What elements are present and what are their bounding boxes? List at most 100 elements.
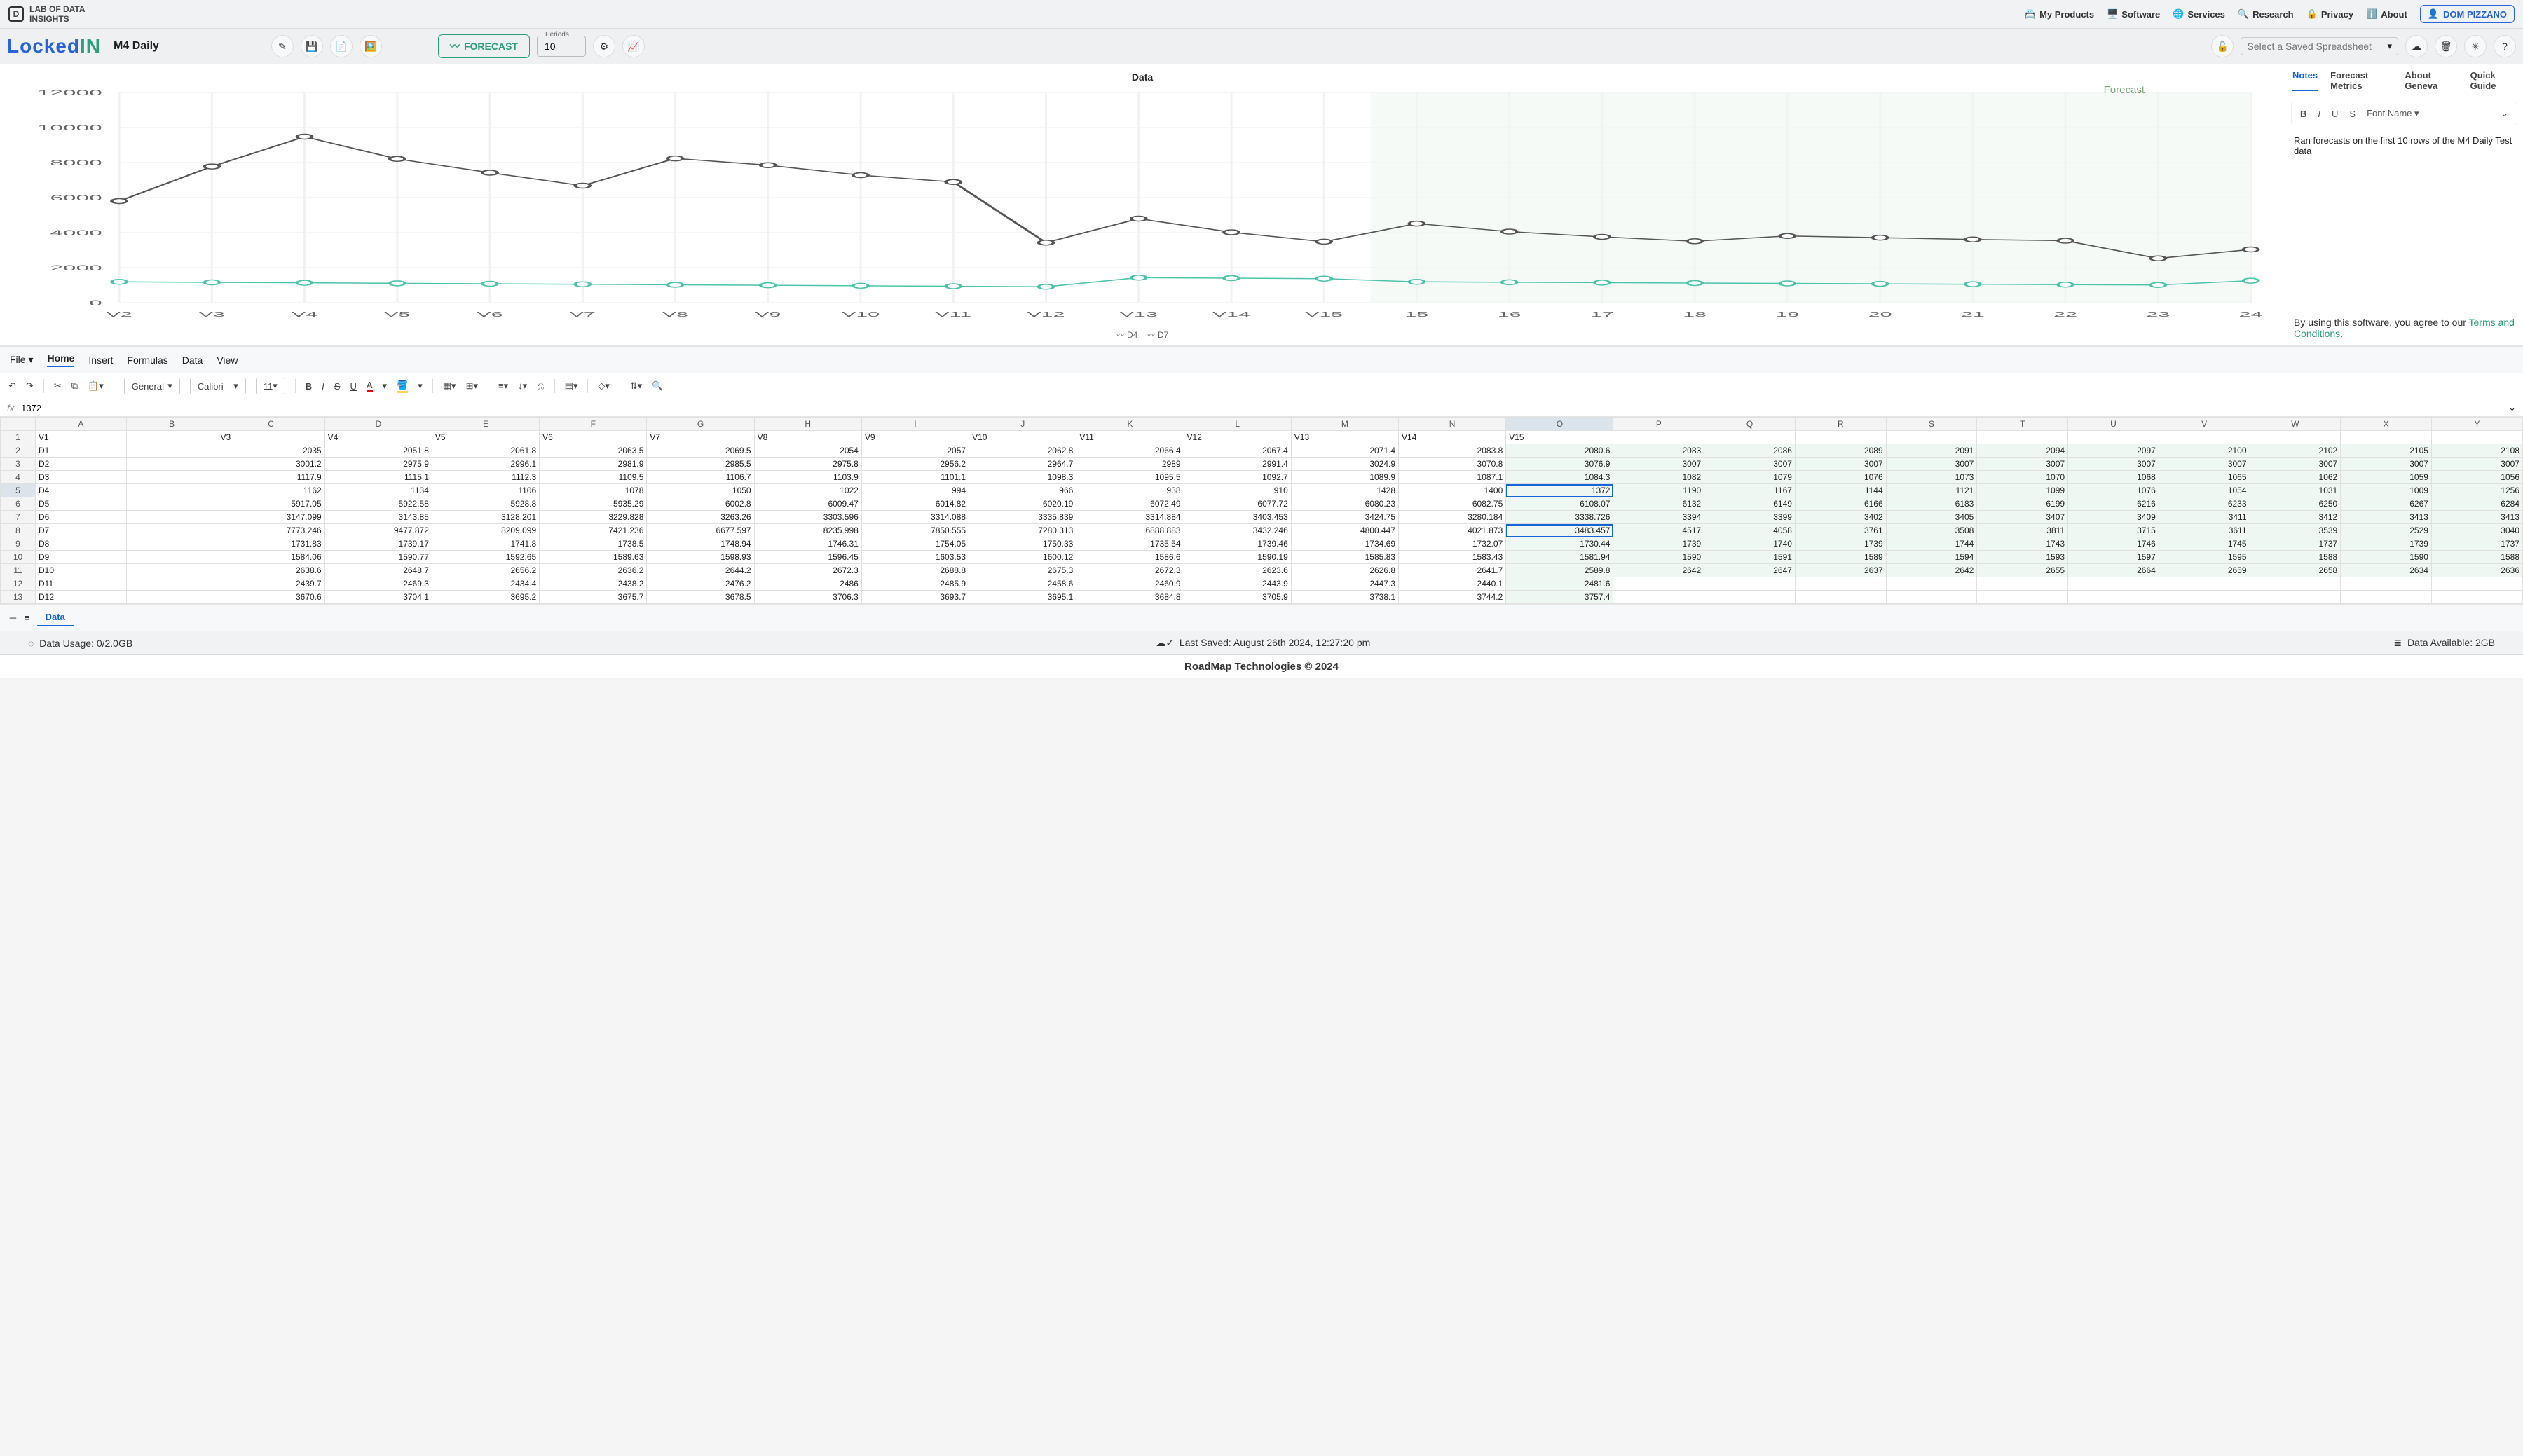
help-button[interactable]: ?	[2494, 35, 2516, 57]
redo-button[interactable]: ↷	[26, 380, 34, 392]
tab-quick-guide[interactable]: Quick Guide	[2470, 70, 2516, 91]
menu-view[interactable]: View	[217, 355, 238, 366]
highlight-button[interactable]: ✳	[2464, 35, 2487, 57]
forecast-button[interactable]: 〰FORECAST	[438, 34, 530, 58]
merge-button[interactable]: ⊞▾	[466, 380, 478, 392]
clear-button[interactable]: ◇▾	[598, 380, 610, 392]
conditional-format-button[interactable]: ▤▾	[565, 380, 578, 392]
lock-toggle-button[interactable]: 🔓	[2211, 35, 2234, 57]
cut-button[interactable]: ✂	[54, 380, 62, 392]
storage-icon: ≣	[2393, 637, 2402, 648]
font-size-select[interactable]: 11▾	[256, 378, 285, 394]
text-color-button[interactable]: A	[367, 380, 373, 392]
copy-button[interactable]: ⧉	[71, 380, 78, 392]
bold-button[interactable]: B	[2300, 109, 2306, 119]
font-family-select[interactable]: Calibri▾	[190, 378, 246, 394]
undo-button[interactable]: ↶	[8, 380, 16, 392]
svg-text:V13: V13	[1120, 310, 1158, 318]
nav-research[interactable]: 🔍Research	[2238, 8, 2294, 20]
nav-software[interactable]: 🖥️Software	[2107, 8, 2160, 20]
nav-links: 📇My Products 🖥️Software 🌐Services 🔍Resea…	[2025, 5, 2515, 23]
brand-line2: INSIGHTS	[29, 14, 86, 24]
menu-data[interactable]: Data	[182, 355, 203, 366]
font-name-select[interactable]: Font Name ▾	[2367, 108, 2419, 119]
all-sheets-button[interactable]: ≡	[25, 612, 30, 623]
underline-button[interactable]: U	[2332, 109, 2338, 119]
monitor-icon: 🖥️	[2107, 8, 2118, 20]
saved-spreadsheet-select[interactable]: ▾	[2241, 37, 2398, 55]
ss-italic-button[interactable]: I	[322, 381, 324, 392]
strike-button[interactable]: S	[2349, 109, 2356, 119]
svg-text:24: 24	[2239, 310, 2263, 318]
topnav: D LAB OF DATA INSIGHTS 📇My Products 🖥️So…	[0, 0, 2523, 29]
number-format-select[interactable]: General▾	[124, 378, 180, 394]
saved-spreadsheet-input[interactable]	[2247, 41, 2387, 52]
formula-expand[interactable]: ⌄	[2508, 402, 2516, 413]
svg-text:V6: V6	[477, 310, 502, 318]
svg-text:10000: 10000	[37, 123, 102, 132]
gallery-button[interactable]: 🖼️	[360, 35, 382, 57]
fx-icon: fx	[7, 403, 14, 413]
user-menu-button[interactable]: 👤DOM PIZZANO	[2420, 5, 2515, 23]
menu-formulas[interactable]: Formulas	[127, 355, 167, 366]
periods-field[interactable]: Periods	[537, 36, 586, 57]
chart-icon: 〰	[450, 39, 460, 53]
add-sheet-button[interactable]: ＋	[8, 611, 18, 624]
tab-about-geneva[interactable]: About Geneva	[2405, 70, 2457, 91]
borders-button[interactable]: ▦▾	[443, 380, 456, 392]
nav-my-products[interactable]: 📇My Products	[2025, 8, 2094, 20]
tab-forecast-metrics[interactable]: Forecast Metrics	[2330, 70, 2392, 91]
notes-body[interactable]: Ran forecasts on the first 10 rows of th…	[2285, 130, 2523, 311]
spreadsheet-grid[interactable]: ABCDEFGHIJKLMNOPQRSTUVWXY1V1V3V4V5V6V7V8…	[0, 417, 2523, 604]
cloud-check-icon: ☁✓	[1156, 637, 1174, 648]
chart-pane: Data Forecast 02000400060008000100001200…	[0, 64, 2285, 345]
cloud-download-button[interactable]: ☁	[2405, 35, 2428, 57]
gear-icon: ⚙	[600, 41, 609, 53]
ss-bold-button[interactable]: B	[306, 381, 312, 392]
save-button[interactable]: 💾	[301, 35, 323, 57]
globe-icon: 🌐	[2173, 8, 2184, 20]
italic-button[interactable]: I	[2318, 109, 2320, 119]
svg-text:21: 21	[1961, 310, 1985, 318]
ss-underline-button[interactable]: U	[350, 381, 356, 392]
cloud-icon: ☁	[2412, 41, 2421, 53]
svg-text:V5: V5	[384, 310, 410, 318]
wrap-button[interactable]: ⎌	[537, 380, 544, 392]
sheet-tab-data[interactable]: Data	[37, 609, 74, 626]
fill-color-button[interactable]: 🪣	[397, 380, 408, 393]
svg-text:V8: V8	[662, 310, 688, 318]
settings-button[interactable]: ⚙	[593, 35, 615, 57]
menu-file[interactable]: File ▾	[10, 354, 33, 366]
svg-text:2000: 2000	[50, 263, 102, 272]
nav-privacy[interactable]: 🔒Privacy	[2306, 8, 2353, 20]
legend-d7: 〰 D7	[1147, 330, 1169, 340]
expand-formatbar[interactable]: ⌄	[2501, 108, 2508, 119]
svg-text:6000: 6000	[50, 193, 102, 202]
sparkle-icon: ✳	[2471, 41, 2480, 53]
formula-input[interactable]	[21, 403, 2508, 413]
sparkline-button[interactable]: 📈	[622, 35, 645, 57]
edit-button[interactable]: ✎	[271, 35, 294, 57]
periods-input[interactable]	[545, 41, 578, 52]
tab-notes[interactable]: Notes	[2292, 70, 2318, 91]
svg-text:V7: V7	[570, 310, 596, 318]
status-usage: ◌ Data Usage: 0/2.0GB	[28, 638, 132, 649]
folder-icon: 📇	[2025, 8, 2036, 20]
sort-filter-button[interactable]: ⇅▾	[630, 380, 642, 392]
line-chart: 020004000600080001000012000V2V3V4V5V6V7V…	[13, 85, 2272, 324]
svg-text:12000: 12000	[37, 88, 102, 97]
app-toolbar: LockedIN M4 Daily ✎ 💾 📄 🖼️ 〰FORECAST Per…	[0, 29, 2523, 64]
ss-strike-button[interactable]: S	[334, 381, 341, 392]
paste-button[interactable]: 📋▾	[88, 380, 104, 392]
new-file-button[interactable]: 📄	[330, 35, 353, 57]
align-button[interactable]: ≡▾	[498, 380, 508, 392]
valign-button[interactable]: ↓▾	[518, 380, 527, 392]
find-button[interactable]: 🔍	[652, 380, 663, 392]
nav-about[interactable]: ℹ️About	[2366, 8, 2407, 20]
save-icon: 💾	[306, 41, 317, 53]
nav-services[interactable]: 🌐Services	[2173, 8, 2225, 20]
info-icon: ℹ️	[2366, 8, 2377, 20]
menu-home[interactable]: Home	[47, 352, 74, 367]
delete-button[interactable]: 🗑	[2435, 35, 2457, 57]
menu-insert[interactable]: Insert	[88, 355, 113, 366]
